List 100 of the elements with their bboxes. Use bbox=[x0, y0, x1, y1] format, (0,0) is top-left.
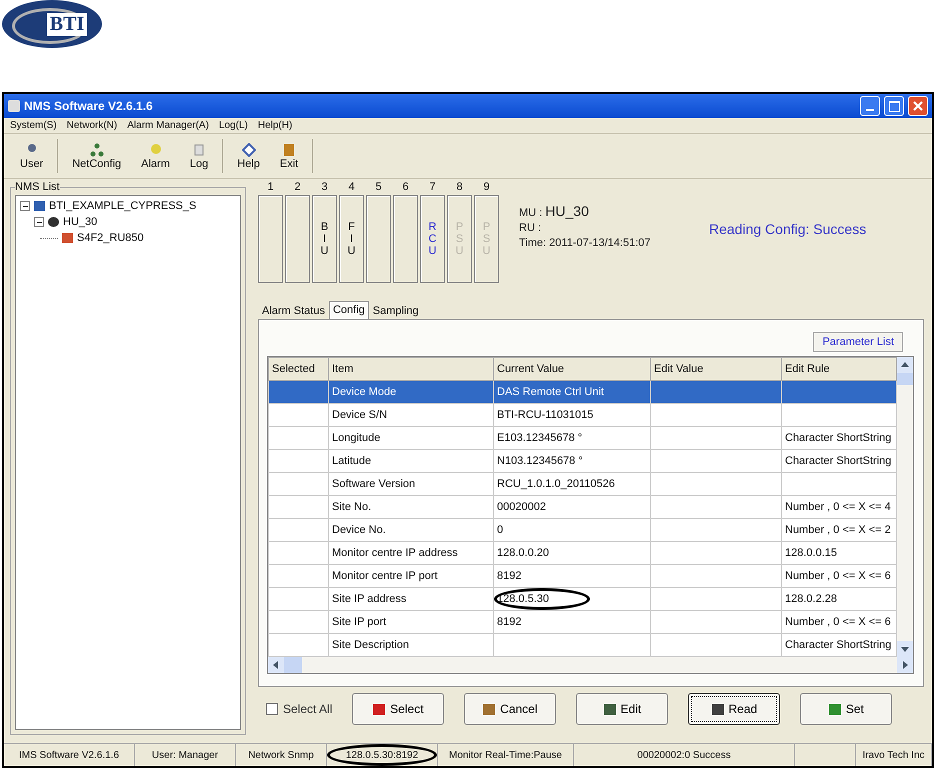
parameter-list-button[interactable]: Parameter List bbox=[813, 332, 903, 352]
table-cell: Character ShortString bbox=[785, 432, 892, 444]
table-cell: Site Description bbox=[332, 639, 410, 651]
maximize-button[interactable] bbox=[884, 96, 904, 116]
card-slot[interactable]: R C U bbox=[420, 195, 445, 283]
table-cell: Character ShortString bbox=[785, 455, 892, 467]
menu-item[interactable]: System(S) bbox=[10, 120, 57, 131]
card-slot[interactable] bbox=[258, 195, 283, 283]
tree-item[interactable]: HU_30 bbox=[63, 216, 98, 228]
vertical-scrollbar[interactable] bbox=[897, 357, 913, 657]
action-button[interactable]: Select bbox=[352, 693, 444, 725]
slot-number: 6 bbox=[402, 181, 409, 195]
column-header[interactable]: Selected bbox=[268, 358, 328, 380]
horizontal-scrollbar[interactable] bbox=[268, 657, 913, 673]
close-icon bbox=[912, 100, 924, 112]
scroll-thumb[interactable] bbox=[284, 657, 302, 673]
slot-number: 1 bbox=[267, 181, 274, 195]
toolbar-button[interactable]: Exit bbox=[270, 142, 308, 170]
toolbar-button[interactable]: Help bbox=[227, 142, 270, 170]
table-row[interactable]: Site IP address 128.0.5.30 128.0.2.28 bbox=[268, 588, 896, 610]
column-header[interactable]: Edit Value bbox=[650, 358, 782, 380]
column-header[interactable]: Current Value bbox=[494, 358, 650, 380]
select-all-checkbox[interactable]: Select All bbox=[266, 702, 332, 716]
slot-number: 5 bbox=[375, 181, 382, 195]
table-cell: 128.0.0.15 bbox=[785, 547, 837, 559]
menu-item[interactable]: Help(H) bbox=[258, 120, 292, 131]
tree-item[interactable]: BTI_EXAMPLE_CYPRESS_S bbox=[49, 200, 196, 212]
table-cell: Number , 0 <= X <= 6 bbox=[785, 570, 891, 582]
action-button[interactable]: Set bbox=[800, 693, 892, 725]
slot-number: 7 bbox=[429, 181, 436, 195]
table-cell: Device Mode bbox=[332, 386, 396, 398]
table-cell: Device No. bbox=[332, 524, 386, 536]
card-slot[interactable] bbox=[393, 195, 418, 283]
column-header[interactable]: Item bbox=[328, 358, 494, 380]
toolbar-button[interactable]: Log bbox=[180, 142, 218, 170]
table-row[interactable]: Device Mode DAS Remote Ctrl Unit bbox=[268, 380, 896, 404]
table-cell: Software Version bbox=[332, 478, 416, 490]
scroll-up-icon[interactable] bbox=[897, 357, 913, 373]
table-row[interactable]: Site IP port 8192 Number , 0 <= X <= 6 bbox=[268, 610, 896, 634]
table-cell: Latitude bbox=[332, 455, 372, 467]
action-button[interactable]: Edit bbox=[576, 693, 668, 725]
toolbar-button[interactable]: NetConfig bbox=[62, 142, 132, 170]
menu-item[interactable]: Alarm Manager(A) bbox=[127, 120, 209, 131]
card-slot[interactable] bbox=[285, 195, 310, 283]
toolbar-button[interactable]: User bbox=[10, 142, 54, 170]
toolbar-button[interactable]: Alarm bbox=[131, 142, 180, 170]
logo: BTI bbox=[2, 0, 102, 48]
table-cell: Site IP port bbox=[332, 616, 386, 628]
card-slot[interactable] bbox=[366, 195, 391, 283]
mu-label: MU : bbox=[519, 207, 542, 219]
table-row[interactable]: Software Version RCU_1.0.1.0_20110526 bbox=[268, 472, 896, 496]
table-cell: BTI-RCU-11031015 bbox=[497, 409, 594, 421]
action-button[interactable]: Read bbox=[688, 693, 780, 725]
tab[interactable]: Alarm Status bbox=[258, 302, 329, 319]
menu-item[interactable]: Log(L) bbox=[218, 120, 248, 131]
table-row[interactable]: Latitude N103.12345678 ° Character ShortString bbox=[268, 450, 896, 472]
close-button[interactable] bbox=[908, 96, 928, 116]
table-cell: RCU_1.0.1.0_20110526 bbox=[497, 478, 615, 490]
minimize-button[interactable] bbox=[860, 96, 880, 116]
table-row[interactable]: Site No. 00020002 Number , 0 <= X <= 4 bbox=[268, 496, 896, 518]
table-cell: Site No. bbox=[332, 501, 372, 513]
status-text: 00020002:0 Success bbox=[574, 744, 795, 766]
table-cell: Device S/N bbox=[332, 409, 388, 421]
window-title: NMS Software V2.6.1.6 bbox=[24, 99, 153, 113]
table-row[interactable]: Device No. 0 Number , 0 <= X <= 2 bbox=[268, 518, 896, 542]
table-cell: 128.0.5.30 bbox=[497, 593, 549, 605]
scroll-thumb[interactable] bbox=[897, 373, 913, 385]
help-icon bbox=[242, 142, 256, 156]
status-text: Iravo Tech Inc bbox=[855, 744, 932, 766]
log-icon bbox=[192, 142, 206, 156]
status-text: IMS Software V2.6.1.6 bbox=[4, 744, 135, 766]
collapse-icon[interactable] bbox=[20, 201, 30, 211]
scroll-right-icon[interactable] bbox=[897, 657, 913, 673]
network-icon bbox=[90, 142, 104, 156]
table-row[interactable]: Device S/N BTI-RCU-11031015 bbox=[268, 404, 896, 426]
table-cell: 0 bbox=[497, 524, 504, 536]
tab[interactable]: Config bbox=[328, 301, 369, 319]
scroll-left-icon[interactable] bbox=[268, 657, 284, 673]
table-cell: Monitor centre IP port bbox=[332, 570, 438, 582]
card-slot[interactable]: F I U bbox=[339, 195, 364, 283]
column-header[interactable]: Edit Rule bbox=[782, 358, 896, 380]
action-button[interactable]: Cancel bbox=[464, 693, 556, 725]
scroll-down-icon[interactable] bbox=[897, 641, 913, 657]
slot-number: 8 bbox=[456, 181, 463, 195]
card-slot[interactable]: B I U bbox=[312, 195, 337, 283]
time-label: Time: bbox=[519, 237, 546, 249]
table-cell: Number , 0 <= X <= 4 bbox=[785, 501, 891, 513]
table-row[interactable]: Monitor centre IP address 128.0.0.20 128.0.0.15 bbox=[268, 542, 896, 564]
tab[interactable]: Sampling bbox=[368, 302, 423, 319]
table-cell: Site IP address bbox=[332, 593, 406, 605]
table-cell: 8192 bbox=[497, 616, 522, 628]
table-cell: 128.0.0.20 bbox=[497, 547, 549, 559]
table-row[interactable]: Monitor centre IP port 8192 Number , 0 <= X <= 6 bbox=[268, 564, 896, 588]
menu-item[interactable]: Network(N) bbox=[66, 120, 118, 131]
collapse-icon[interactable] bbox=[34, 217, 44, 227]
table-cell: Character ShortString bbox=[785, 639, 892, 651]
table-cell: Number , 0 <= X <= 6 bbox=[785, 616, 891, 628]
table-row[interactable]: Longitude E103.12345678 ° Character ShortString bbox=[268, 426, 896, 450]
tree-item[interactable]: S4F2_RU850 bbox=[77, 232, 144, 244]
table-cell: DAS Remote Ctrl Unit bbox=[497, 386, 604, 398]
